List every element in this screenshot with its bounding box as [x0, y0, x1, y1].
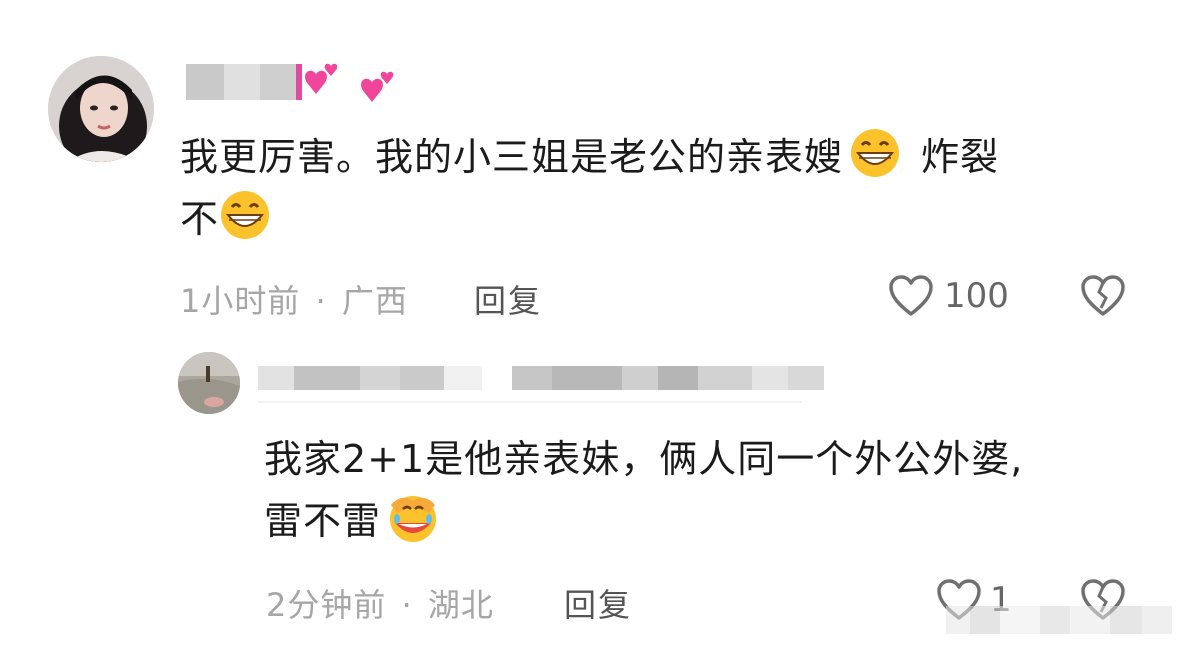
watermark-blurred	[946, 606, 1172, 634]
replier-name-blurred-2	[512, 366, 824, 390]
pink-hearts-icon	[298, 60, 408, 112]
comment-time: 1小时前	[180, 282, 301, 320]
comment-text-line2: 不	[180, 197, 220, 241]
reply-reply-button[interactable]: 回复	[564, 580, 632, 626]
comment-location: 广西	[341, 282, 408, 320]
replier-avatar[interactable]	[178, 352, 240, 414]
reply-time: 2分钟前	[266, 586, 387, 624]
reply-location: 湖北	[427, 586, 494, 624]
grinning-face-icon	[849, 127, 901, 179]
comment-text-line1: 我更厉害。我的小三姐是老公的亲表嫂	[180, 135, 844, 179]
dislike-broken-heart-icon[interactable]	[1080, 274, 1126, 322]
like-heart-icon[interactable]	[888, 274, 934, 322]
divider	[258, 401, 802, 403]
commenter-avatar[interactable]	[48, 56, 154, 162]
commenter-name-blurred[interactable]	[186, 64, 302, 100]
comment-meta: 1小时前 · 广西	[180, 276, 408, 322]
reply-button[interactable]: 回复	[474, 276, 542, 322]
reply-text-line2: 雷不雷	[264, 499, 382, 543]
comment-text: 我更厉害。我的小三姐是老公的亲表嫂 炸裂 不	[180, 126, 1140, 250]
laughing-hands-over-face-icon	[385, 491, 437, 543]
comment-text-tail: 炸裂	[921, 135, 1000, 179]
replier-name-blurred[interactable]	[258, 366, 482, 390]
reply-text: 我家2+1是他亲表妹，俩人同一个外公外婆, 雷不雷	[264, 428, 1144, 552]
reply-text-line1: 我家2+1是他亲表妹，俩人同一个外公外婆,	[264, 437, 1024, 481]
reply-meta: 2分钟前 · 湖北	[266, 580, 494, 626]
grinning-face-icon	[219, 189, 271, 241]
meta-separator: ·	[315, 282, 327, 320]
meta-separator: ·	[401, 586, 413, 624]
like-count: 100	[944, 276, 1009, 316]
